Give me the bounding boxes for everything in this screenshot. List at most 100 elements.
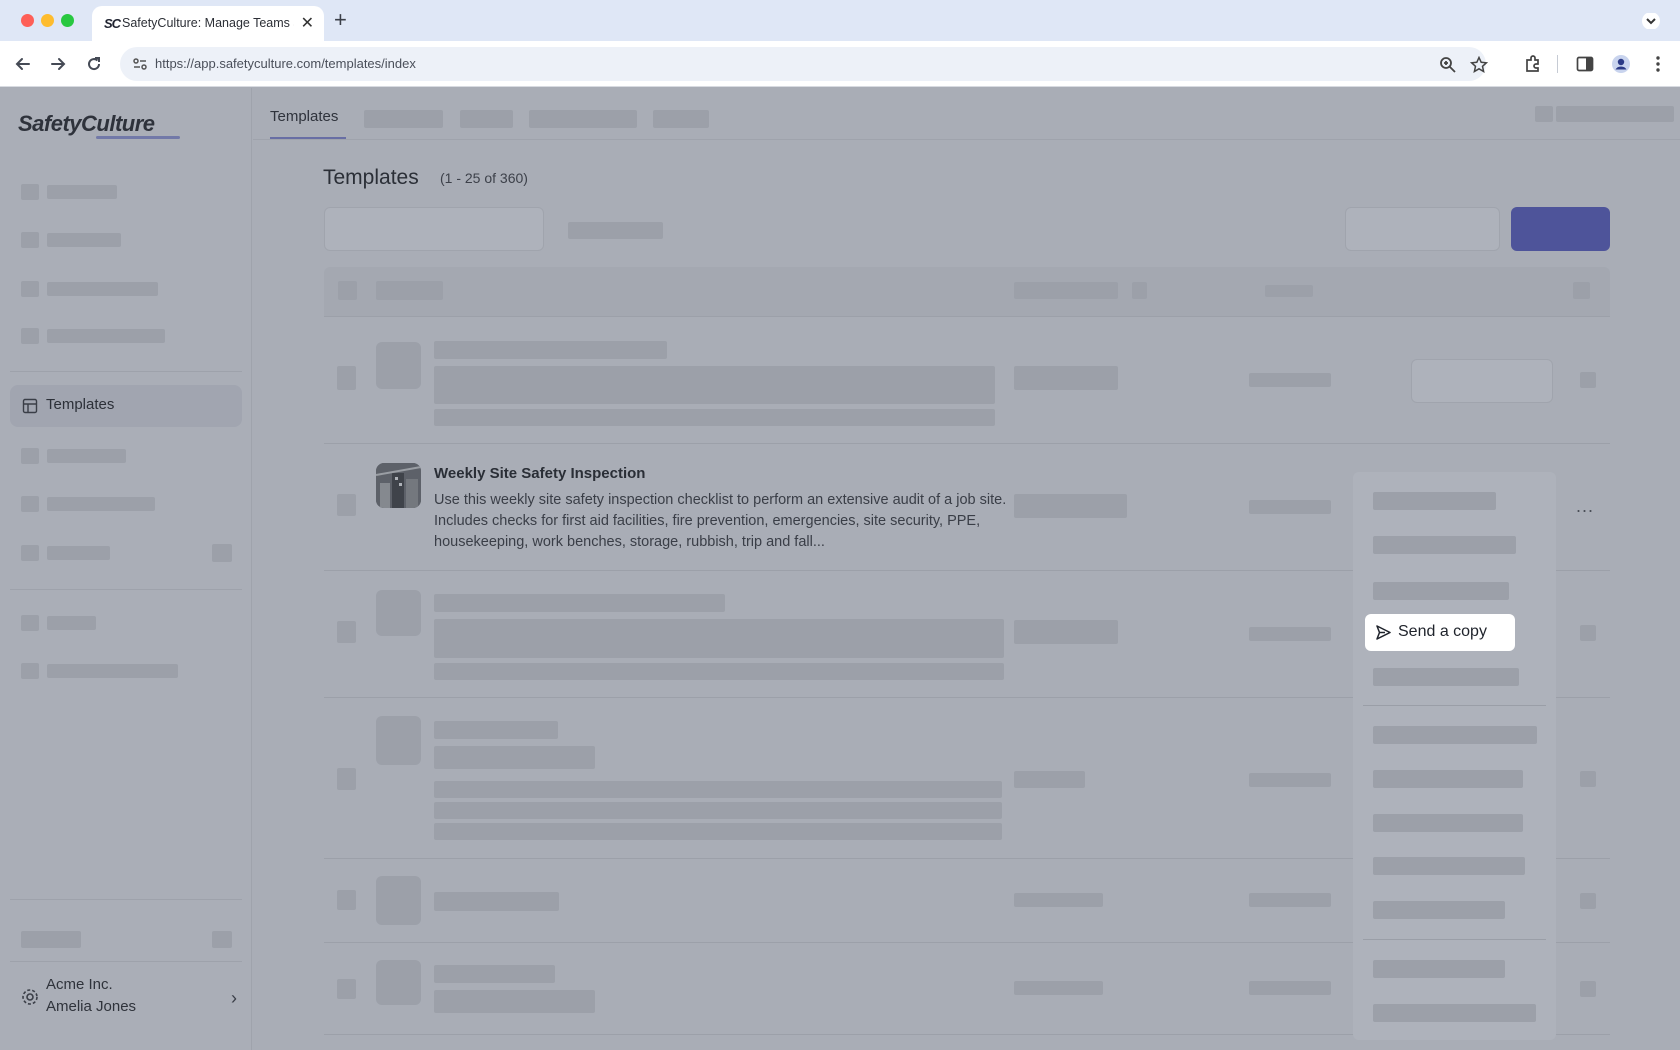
search-input[interactable] (324, 207, 544, 251)
row-cell-placeholder (1014, 893, 1103, 907)
row-title-placeholder[interactable] (434, 341, 667, 359)
address-bar[interactable]: https://app.safetyculture.com/templates/… (120, 47, 1488, 81)
tab-search-chevron-icon[interactable] (1640, 13, 1662, 29)
profile-icon[interactable] (1611, 54, 1631, 74)
row-more-placeholder[interactable] (1580, 893, 1596, 909)
row-checkbox[interactable] (337, 366, 356, 390)
menu-item-placeholder[interactable] (1373, 582, 1509, 600)
tab-templates[interactable]: Templates (270, 108, 338, 125)
safetyculture-logo[interactable]: SafetyCulture (18, 111, 155, 137)
row-cell-placeholder (1249, 500, 1331, 514)
row-action-button[interactable] (1411, 359, 1553, 403)
sidebar: SafetyCulture Templates Acme Inc. Amelia… (0, 88, 252, 1050)
menu-item-placeholder[interactable] (1373, 960, 1505, 978)
sidebar-divider (10, 961, 242, 962)
row-checkbox[interactable] (337, 890, 356, 910)
column-settings-placeholder[interactable] (1573, 282, 1590, 299)
row-thumbnail (376, 876, 421, 925)
row-title-placeholder[interactable] (434, 594, 725, 612)
browser-tab[interactable]: SC SafetyCulture: Manage Teams and... ✕ (92, 6, 324, 41)
send-a-copy-label: Send a copy (1398, 623, 1487, 640)
topnav-action-placeholder[interactable] (1556, 106, 1674, 122)
row-actions-menu (1353, 472, 1556, 1040)
menu-item-placeholder[interactable] (1373, 857, 1525, 875)
account-switcher[interactable]: Acme Inc. Amelia Jones › (21, 974, 237, 1022)
sidebar-footer-placeholder[interactable] (21, 931, 81, 948)
menu-item-placeholder[interactable] (1373, 492, 1496, 510)
site-info-icon[interactable] (132, 56, 148, 72)
row-checkbox[interactable] (337, 621, 356, 643)
row-title[interactable]: Weekly Site Safety Inspection (434, 465, 645, 482)
row-checkbox[interactable] (337, 494, 356, 516)
row-thumbnail-image (376, 463, 421, 508)
url-text[interactable]: https://app.safetyculture.com/templates/… (155, 56, 416, 71)
row-more-placeholder[interactable] (1580, 625, 1596, 641)
secondary-button[interactable] (1345, 207, 1500, 251)
row-checkbox[interactable] (337, 768, 356, 790)
row-cell-placeholder (1014, 366, 1118, 390)
active-tab-indicator (270, 137, 346, 139)
account-org-name: Acme Inc. (46, 976, 113, 993)
row-title-placeholder[interactable] (434, 721, 558, 739)
zoom-icon[interactable] (1439, 56, 1457, 74)
tab-placeholder[interactable] (364, 110, 443, 128)
menu-item-placeholder[interactable] (1373, 1004, 1536, 1022)
row-desc-placeholder (434, 823, 1002, 840)
sidebar-badge (212, 544, 232, 562)
sort-icon-placeholder[interactable] (1132, 282, 1147, 299)
window-zoom-button[interactable] (61, 14, 74, 27)
create-button[interactable] (1511, 207, 1610, 251)
send-a-copy-menu-item[interactable]: Send a copy (1365, 614, 1515, 651)
tab-placeholder[interactable] (653, 110, 709, 128)
tab-placeholder[interactable] (460, 110, 513, 128)
row-title-placeholder[interactable] (434, 892, 559, 911)
reload-icon[interactable] (84, 54, 104, 74)
column-header-placeholder[interactable] (376, 281, 443, 300)
sidebar-footer-icon[interactable] (212, 931, 232, 948)
send-icon (1376, 625, 1391, 640)
menu-item-placeholder[interactable] (1373, 814, 1523, 832)
account-user-name: Amelia Jones (46, 998, 137, 1015)
more-vert-icon[interactable] (1648, 54, 1668, 74)
row-title-placeholder[interactable] (434, 965, 555, 983)
page-title: Templates (323, 166, 419, 189)
row-cell-placeholder (1249, 373, 1331, 387)
select-all-checkbox[interactable] (338, 281, 357, 300)
new-tab-icon[interactable]: + (334, 7, 347, 33)
menu-item-placeholder[interactable] (1373, 668, 1519, 686)
column-header-placeholder[interactable] (1014, 282, 1118, 299)
side-panel-icon[interactable] (1575, 54, 1595, 74)
topnav-icon-placeholder[interactable] (1535, 106, 1553, 122)
row-thumbnail (376, 716, 421, 765)
sidebar-item-templates[interactable]: Templates (10, 385, 242, 427)
window-close-button[interactable] (21, 14, 34, 27)
tab-close-icon[interactable]: ✕ (301, 13, 314, 33)
gear-icon (22, 989, 38, 1005)
window-minimize-button[interactable] (41, 14, 54, 27)
forward-icon[interactable] (48, 54, 68, 74)
row-desc-placeholder (434, 366, 995, 404)
safetyculture-favicon-icon: SC (104, 16, 121, 31)
row-cell-placeholder (1249, 893, 1331, 907)
menu-item-placeholder[interactable] (1373, 770, 1523, 788)
filter-placeholder[interactable] (568, 222, 663, 239)
column-header-placeholder[interactable] (1265, 285, 1313, 297)
row-more-placeholder[interactable] (1580, 771, 1596, 787)
tab-placeholder[interactable] (529, 110, 637, 128)
bookmark-star-icon[interactable] (1470, 56, 1488, 74)
row-thumbnail (376, 960, 421, 1005)
row-more-placeholder[interactable] (1580, 372, 1596, 388)
templates-icon (22, 398, 38, 414)
menu-item-placeholder[interactable] (1373, 901, 1505, 919)
row-cell-placeholder (1014, 771, 1085, 788)
back-icon[interactable] (13, 54, 33, 74)
menu-item-placeholder[interactable] (1373, 726, 1537, 744)
toolbar-divider (1557, 55, 1558, 73)
row-desc-placeholder (434, 802, 1002, 819)
extensions-icon[interactable] (1523, 54, 1543, 74)
row-more-placeholder[interactable] (1580, 981, 1596, 997)
menu-item-placeholder[interactable] (1373, 536, 1516, 554)
row-checkbox[interactable] (337, 979, 356, 999)
row-cell-placeholder (1249, 981, 1331, 995)
row-more-options-icon[interactable]: ... (1576, 496, 1594, 517)
